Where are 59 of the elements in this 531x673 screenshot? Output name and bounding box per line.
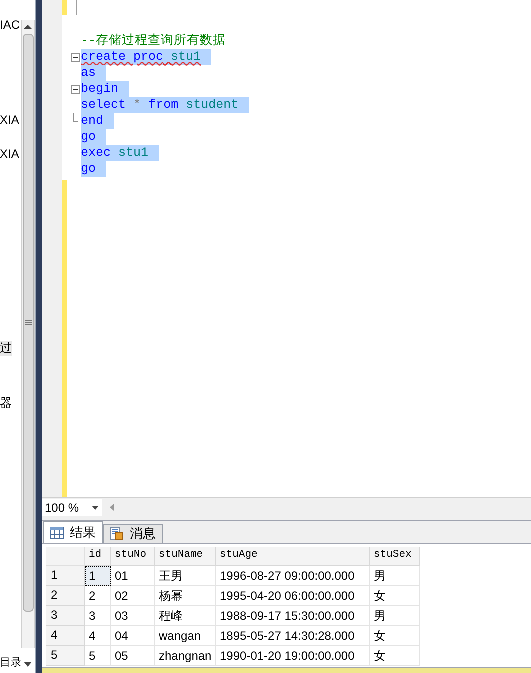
scroll-left-icon[interactable] [110, 504, 114, 511]
table-cell: 1 [85, 566, 111, 586]
dropdown-caret-icon[interactable] [24, 662, 32, 667]
caret-icon [92, 506, 99, 510]
table-icon [50, 526, 64, 538]
table-cell: 1988-09-17 15:30:00.000 [216, 606, 370, 626]
row-header[interactable]: 4 [46, 626, 85, 646]
scroll-thumb[interactable] [22, 34, 34, 612]
table-cell: 程峰 [155, 606, 216, 626]
table-cell: 男 [370, 606, 420, 626]
row-header[interactable]: 5 [46, 646, 85, 666]
scrollbar[interactable] [21, 20, 35, 648]
table-cell: 1990-01-20 19:00:00.000 [216, 646, 370, 666]
table-cell: 4 [85, 626, 111, 646]
table-cell: 女 [370, 646, 420, 666]
column-header[interactable]: stuSex [370, 547, 420, 566]
row-header[interactable]: 1 [46, 566, 85, 586]
column-header[interactable]: stuNo [111, 547, 155, 566]
panel-footer-label: 目录 [0, 656, 22, 671]
change-marker [62, 0, 67, 15]
table-cell: 女 [370, 626, 420, 646]
table-cell: 女 [370, 586, 420, 606]
table-cell: 05 [111, 646, 155, 666]
table-cell: 2 [85, 586, 111, 606]
tree-item[interactable]: 器 [0, 396, 12, 411]
grip-icon [24, 320, 32, 326]
table-cell: 5 [85, 646, 111, 666]
result-tab[interactable]: 结果 [43, 521, 103, 543]
document-icon [110, 527, 124, 541]
table-cell: 02 [111, 586, 155, 606]
table-cell: 1895-05-27 14:30:28.000 [216, 626, 370, 646]
code-comment: --存储过程查询所有数据 [81, 33, 228, 49]
tree-item[interactable]: 过 [0, 341, 12, 356]
table-cell: zhangnan [155, 646, 216, 666]
table-cell: 1995-04-20 06:00:00.000 [216, 586, 370, 606]
tree-item[interactable]: XIA [0, 147, 20, 162]
fold-line [76, 0, 77, 15]
code-editor[interactable]: --存储过程查询所有数据 create proc stu1 as begin select * from student end go exec stu1 go [81, 0, 531, 497]
column-header[interactable]: stuName [155, 547, 216, 566]
table-cell: 王男 [155, 566, 216, 586]
table-cell: 3 [85, 606, 111, 626]
tree-item[interactable]: XIA [0, 113, 20, 128]
collapse-icon[interactable] [70, 84, 80, 94]
table-cell: 01 [111, 566, 155, 586]
row-header[interactable]: 3 [46, 606, 85, 626]
row-header[interactable]: 2 [46, 586, 85, 606]
collapse-icon[interactable] [70, 52, 80, 62]
tree-item[interactable]: IAC [0, 18, 20, 33]
scroll-up-icon[interactable] [24, 24, 32, 30]
table-cell: 04 [111, 626, 155, 646]
table-cell: 杨幂 [155, 586, 216, 606]
result-tab[interactable]: 消息 [103, 524, 163, 543]
column-header[interactable]: id [85, 547, 111, 566]
table-cell: 03 [111, 606, 155, 626]
zoom-dropdown[interactable]: 100 % [42, 499, 102, 516]
table-cell: wangan [155, 626, 216, 646]
column-header[interactable]: stuAge [216, 547, 370, 566]
table-cell: 1996-08-27 09:00:00.000 [216, 566, 370, 586]
table-cell: 男 [370, 566, 420, 586]
